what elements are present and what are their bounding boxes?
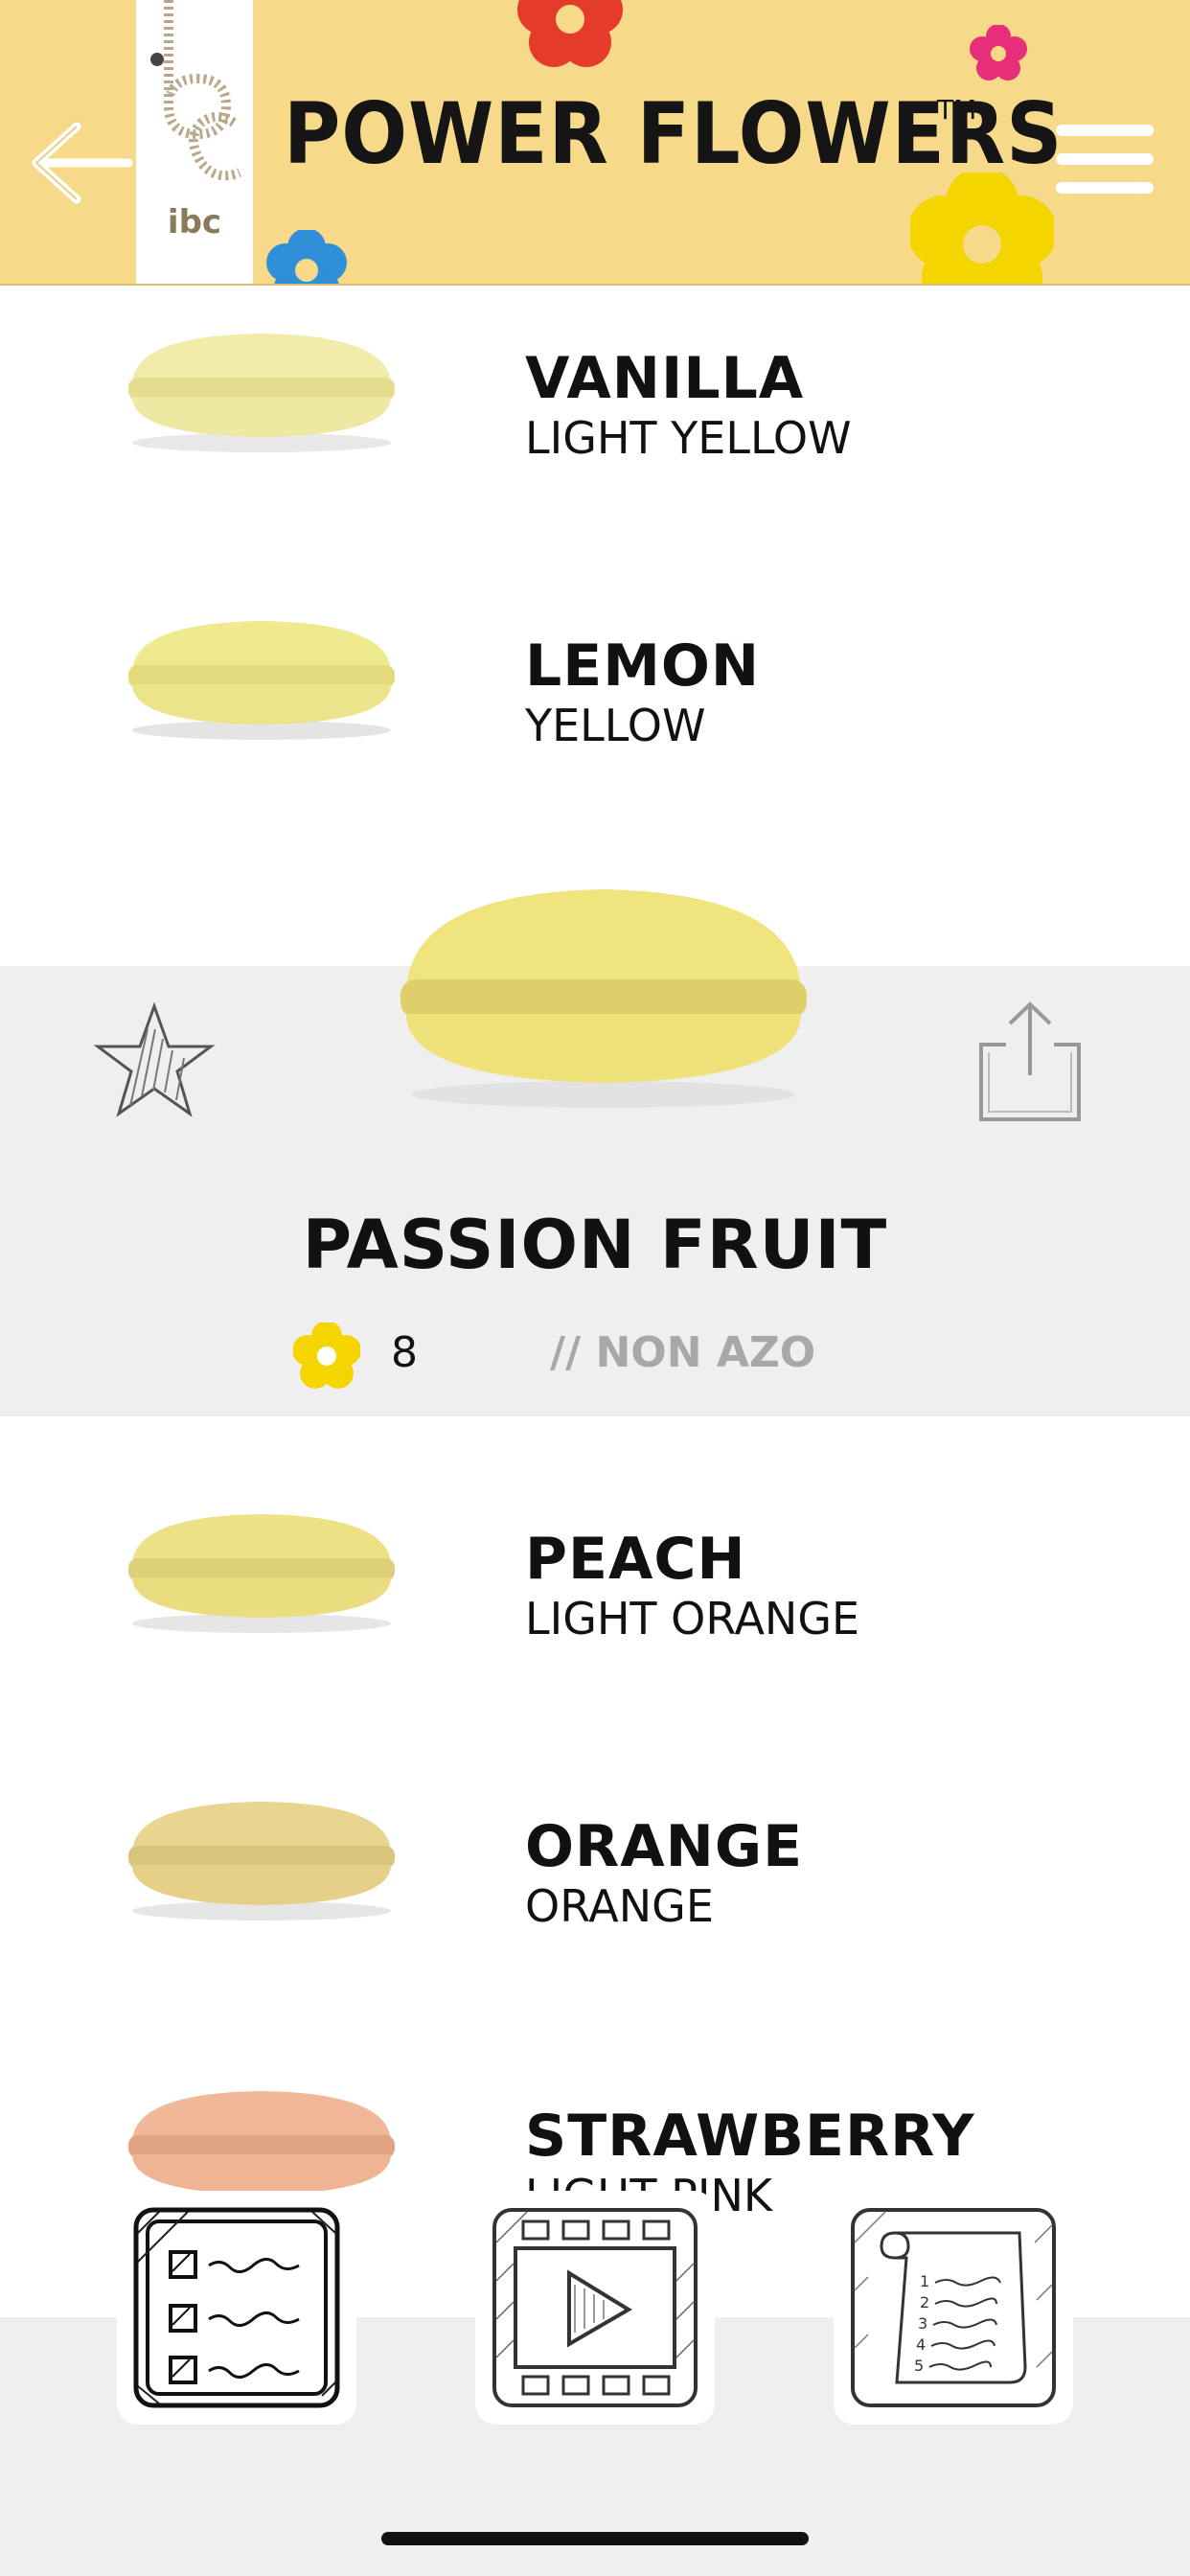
home-indicator[interactable] <box>381 2532 809 2545</box>
svg-text:2: 2 <box>920 2293 929 2312</box>
flavor-name: VANILLA <box>525 345 805 412</box>
ibc-logo: ibc <box>136 0 253 284</box>
flower-count: 8 <box>391 1328 418 1377</box>
selected-macaron-image <box>400 889 807 1108</box>
flavor-color: LIGHT YELLOW <box>525 412 852 464</box>
numbered-scroll-icon: 1 2 3 4 5 <box>851 2208 1056 2407</box>
list-item[interactable]: ORANGE ORANGE <box>0 1756 1190 2043</box>
yellow-flower-icon <box>293 1322 360 1389</box>
tab-scroll[interactable]: 1 2 3 4 5 <box>834 2191 1073 2425</box>
hamburger-menu-icon[interactable] <box>1054 121 1156 197</box>
blue-flower-icon <box>266 230 347 284</box>
flavor-color: ORANGE <box>525 1880 714 1932</box>
pink-flower-icon <box>970 25 1027 80</box>
yellow-flower-icon <box>910 172 1054 284</box>
svg-text:3: 3 <box>918 2314 927 2333</box>
macaron-image <box>128 1514 395 1633</box>
video-play-icon <box>492 2208 698 2407</box>
trademark-mark: TM <box>937 94 977 126</box>
checklist-icon <box>133 2207 340 2408</box>
star-icon[interactable] <box>92 1000 217 1121</box>
macaron-image <box>128 621 395 740</box>
share-icon[interactable] <box>968 997 1092 1131</box>
app-header: ibc POWER FLOWERS TM <box>0 0 1190 286</box>
svg-text:4: 4 <box>916 2335 926 2354</box>
macaron-image <box>128 334 395 452</box>
ibc-logo-mark-icon <box>150 0 241 181</box>
flavor-color: YELLOW <box>525 700 706 751</box>
logo-text: ibc <box>167 203 222 242</box>
tab-video[interactable] <box>475 2191 715 2425</box>
flavor-name: PEACH <box>525 1526 746 1593</box>
list-item[interactable]: PEACH LIGHT ORANGE <box>0 1466 1190 1754</box>
red-flower-icon <box>517 0 623 67</box>
svg-text:1: 1 <box>920 2272 929 2290</box>
macaron-image <box>128 2091 395 2195</box>
svg-text:5: 5 <box>914 2357 924 2375</box>
flavor-name: STRAWBERRY <box>525 2103 975 2170</box>
list-item[interactable]: LEMON YELLOW <box>0 575 1190 862</box>
tab-list[interactable] <box>117 2191 356 2425</box>
macaron-image <box>128 1802 395 1920</box>
arrow-left-icon[interactable] <box>29 115 134 211</box>
flavor-name: ORANGE <box>525 1813 804 1880</box>
flavor-name: LEMON <box>525 632 761 700</box>
non-azo-tag: // NON AZO <box>550 1328 816 1377</box>
list-item[interactable]: VANILLA LIGHT YELLOW <box>0 286 1190 573</box>
flavor-color: LIGHT ORANGE <box>525 1593 860 1644</box>
selected-flavor-name: PASSION FRUIT <box>302 1206 888 1284</box>
